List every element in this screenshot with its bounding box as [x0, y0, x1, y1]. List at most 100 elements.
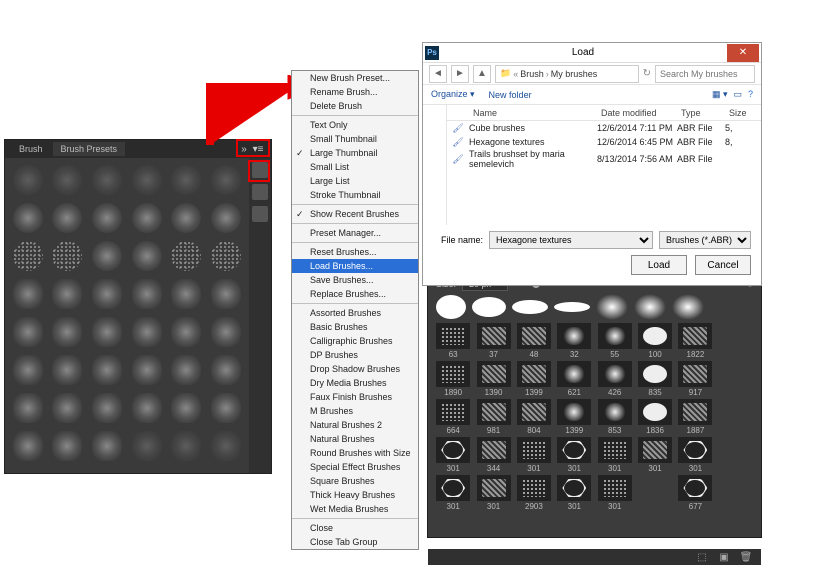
brush-swatch[interactable]: 426	[596, 361, 634, 397]
brush-swatch[interactable]: 1822	[676, 323, 714, 359]
brush-grid-bottom[interactable]: 6337483255100182218901390139962142683591…	[428, 321, 761, 549]
brush-swatch[interactable]	[171, 393, 201, 423]
brush-swatch[interactable]: 1836	[636, 399, 674, 435]
brush-swatch[interactable]: 301	[596, 475, 634, 511]
brush-swatch[interactable]	[171, 431, 201, 461]
file-name-field[interactable]: Hexagone textures	[489, 231, 653, 249]
brush-swatch[interactable]	[211, 241, 241, 271]
col-name[interactable]: Name	[469, 108, 597, 118]
delete-brush-icon[interactable]: 🗑	[739, 551, 753, 563]
brush-swatch[interactable]: 677	[676, 475, 714, 511]
brush-swatch[interactable]	[211, 393, 241, 423]
file-row[interactable]: 🖌Trails brushset by maria semelevich8/13…	[447, 149, 761, 163]
brush-swatch[interactable]	[13, 203, 43, 233]
menu-item[interactable]: Show Recent Brushes	[292, 207, 418, 221]
brush-swatch[interactable]	[52, 431, 82, 461]
menu-item[interactable]: Basic Brushes	[292, 320, 418, 334]
brush-swatch[interactable]	[13, 355, 43, 385]
preset-options-icon[interactable]	[252, 206, 268, 222]
tab-brush[interactable]: Brush	[11, 142, 51, 156]
brush-swatch[interactable]	[92, 431, 122, 461]
brush-swatch[interactable]	[132, 203, 162, 233]
brush-swatch[interactable]	[52, 203, 82, 233]
brush-swatch[interactable]: 2903	[515, 475, 553, 511]
menu-item[interactable]: Stroke Thumbnail	[292, 188, 418, 202]
brush-swatch[interactable]	[132, 165, 162, 195]
brush-swatch[interactable]	[92, 279, 122, 309]
breadcrumb[interactable]: 📁 « Brush › My brushes	[495, 65, 639, 83]
menu-item[interactable]: Reset Brushes...	[292, 245, 418, 259]
col-size[interactable]: Size	[725, 108, 757, 118]
brush-swatch[interactable]: 1390	[474, 361, 512, 397]
brush-swatch[interactable]	[13, 317, 43, 347]
brush-swatch[interactable]: 301	[676, 437, 714, 473]
brush-swatch[interactable]: 1890	[434, 361, 472, 397]
file-row[interactable]: 🖌Cube brushes12/6/2014 7:11 PMABR File5,	[447, 121, 761, 135]
brush-swatch[interactable]	[171, 203, 201, 233]
file-type-filter[interactable]: Brushes (*.ABR)	[659, 231, 751, 249]
brush-swatch[interactable]	[636, 475, 674, 511]
menu-item[interactable]: Text Only	[292, 118, 418, 132]
nav-forward-icon[interactable]: ►	[451, 65, 469, 83]
brush-swatch[interactable]	[132, 393, 162, 423]
brush-swatch[interactable]: 301	[434, 437, 472, 473]
crumb-segment[interactable]: Brush	[520, 69, 544, 79]
live-tip-preview-icon[interactable]	[252, 184, 268, 200]
cancel-button[interactable]: Cancel	[695, 255, 751, 275]
brush-swatch[interactable]: 344	[474, 437, 512, 473]
search-input[interactable]	[655, 65, 755, 83]
brush-swatch[interactable]: 301	[636, 437, 674, 473]
brush-grid-left[interactable]	[5, 158, 249, 473]
brush-swatch[interactable]	[13, 393, 43, 423]
menu-item[interactable]: Natural Brushes 2	[292, 418, 418, 432]
menu-item[interactable]: Close Tab Group	[292, 535, 418, 549]
brush-swatch[interactable]: 301	[515, 437, 553, 473]
brush-swatch[interactable]: 835	[636, 361, 674, 397]
brush-swatch[interactable]	[171, 165, 201, 195]
brush-swatch[interactable]	[92, 355, 122, 385]
brush-swatch[interactable]	[13, 431, 43, 461]
brush-swatch[interactable]: 301	[555, 437, 593, 473]
menu-item[interactable]: New Brush Preset...	[292, 71, 418, 85]
preview-pane-icon[interactable]: ▭	[733, 89, 742, 100]
brush-swatch[interactable]	[13, 279, 43, 309]
file-row[interactable]: 🖌Hexagone textures12/6/2014 6:45 PMABR F…	[447, 135, 761, 149]
brush-swatch[interactable]: 621	[555, 361, 593, 397]
brush-swatch[interactable]: 63	[434, 323, 472, 359]
brush-swatch[interactable]	[132, 241, 162, 271]
brush-swatch[interactable]: 917	[676, 361, 714, 397]
brush-swatch[interactable]	[717, 475, 755, 511]
brush-swatch[interactable]	[132, 279, 162, 309]
menu-item[interactable]: Close	[292, 521, 418, 535]
brush-swatch[interactable]	[52, 279, 82, 309]
tab-brush-presets[interactable]: Brush Presets	[53, 142, 126, 156]
brush-swatch[interactable]: 804	[515, 399, 553, 435]
new-folder-button[interactable]: New folder	[489, 90, 532, 100]
brush-swatch[interactable]: 55	[596, 323, 634, 359]
brush-swatch[interactable]	[211, 279, 241, 309]
brush-swatch[interactable]	[211, 165, 241, 195]
menu-item[interactable]: Faux Finish Brushes	[292, 390, 418, 404]
brush-swatch[interactable]: 1399	[515, 361, 553, 397]
brush-swatch[interactable]	[211, 431, 241, 461]
menu-item[interactable]: Small List	[292, 160, 418, 174]
menu-item[interactable]: Round Brushes with Size	[292, 446, 418, 460]
brush-swatch[interactable]	[211, 317, 241, 347]
nav-back-icon[interactable]: ◄	[429, 65, 447, 83]
brush-swatch[interactable]	[92, 317, 122, 347]
brush-swatch[interactable]: 664	[434, 399, 472, 435]
brush-swatch[interactable]	[211, 355, 241, 385]
menu-item[interactable]: Drop Shadow Brushes	[292, 362, 418, 376]
menu-item[interactable]: Special Effect Brushes	[292, 460, 418, 474]
brush-swatch[interactable]: 301	[474, 475, 512, 511]
brush-swatch[interactable]	[171, 241, 201, 271]
brush-swatch[interactable]	[717, 323, 755, 359]
brush-swatch[interactable]	[717, 361, 755, 397]
menu-item[interactable]: Dry Media Brushes	[292, 376, 418, 390]
brush-swatch[interactable]	[52, 165, 82, 195]
col-type[interactable]: Type	[677, 108, 725, 118]
brush-swatch[interactable]: 853	[596, 399, 634, 435]
close-button[interactable]: ✕	[727, 44, 759, 62]
menu-item[interactable]: Load Brushes...	[292, 259, 418, 273]
menu-item[interactable]: Square Brushes	[292, 474, 418, 488]
